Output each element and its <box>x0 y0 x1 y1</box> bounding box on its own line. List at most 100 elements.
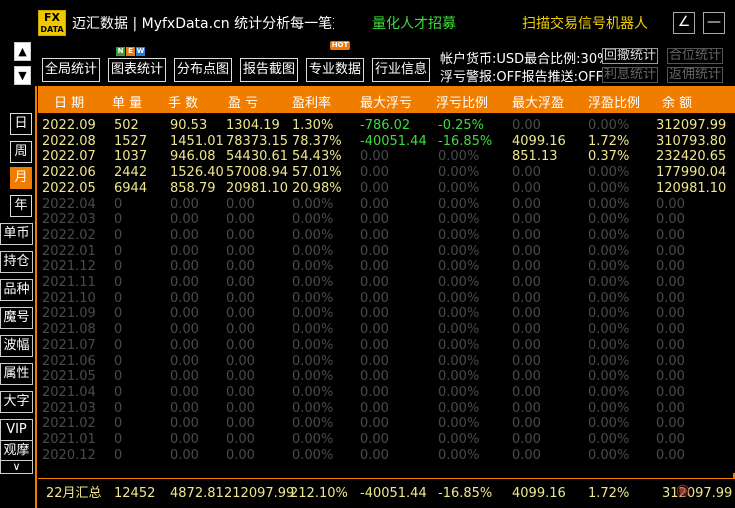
cell-maxdd: 0.00 <box>360 259 389 275</box>
col-pnl[interactable]: 盈 亏 <box>228 92 258 111</box>
cell-date: 2021.09 <box>42 306 96 322</box>
cell-rate: 1.30% <box>292 118 334 133</box>
col-profit-rate[interactable]: 盈利率 <box>292 92 331 111</box>
table-row[interactable]: 2022.01 0 0.00 0.00 0.00% 0.00 0.00% 0.00 0.00% 0… <box>38 244 735 260</box>
cell-pnl: 20981.10 <box>226 180 289 196</box>
tab-symbols[interactable]: 品种 <box>0 279 33 301</box>
cell-date: 2021.10 <box>42 290 96 306</box>
industry-info-button[interactable]: 行业信息 <box>372 58 430 82</box>
table-row[interactable]: 2021.09 0 0.00 0.00 0.00% 0.00 0.00% 0.00 0.00% 0… <box>38 306 735 322</box>
cell-ddpct: 0.00% <box>438 149 480 165</box>
global-stats-button[interactable]: 全局统计 <box>42 58 100 82</box>
table-row[interactable]: 2022.07 1037 946.08 54430.61 54.43% 0.00 0.00%… <box>38 149 735 165</box>
table-row[interactable]: 2022.09 502 90.53 1304.19 1.30% -786.02 -0.25%… <box>38 118 735 134</box>
cell-date: 2021.08 <box>42 322 96 338</box>
cell-balance: 0.00 <box>656 447 685 463</box>
cell-orders: 0 <box>114 322 123 338</box>
cell-ddpct: 0.00% <box>438 322 480 338</box>
scroll-down-icon[interactable]: ▼ <box>14 66 31 85</box>
cell-lots: 1526.40 <box>170 165 224 181</box>
table-row[interactable]: 2021.04 0 0.00 0.00 0.00% 0.00 0.00% 0.00 0.00% 0… <box>38 385 735 401</box>
interest-stats-button[interactable]: 利息统计 <box>602 67 658 83</box>
table-row[interactable]: 2021.11 0 0.00 0.00 0.00% 0.00 0.00% 0.00 0.00% 0… <box>38 275 735 291</box>
table-row[interactable]: 2022.06 2442 1526.40 57008.94 57.01% 0.00 0.00… <box>38 165 735 181</box>
drawdown-stats-button[interactable]: 回撤统计 <box>602 48 658 64</box>
more-tabs-icon[interactable]: ∨ <box>0 460 33 474</box>
cell-pnl: 78373.15 <box>226 133 289 149</box>
cell-date: 2021.01 <box>42 432 96 447</box>
table-row[interactable]: 2022.04 0 0.00 0.00 0.00% 0.00 0.00% 0.00 0.00% 0… <box>38 197 735 213</box>
cell-maxfp: 0.00 <box>512 165 541 181</box>
loss-alert-text: 浮亏警报:OFF <box>440 70 522 85</box>
cell-pnl: 57008.94 <box>226 165 289 181</box>
cell-date: 2022.03 <box>42 212 96 228</box>
tab-observe[interactable]: 观摩 <box>0 440 33 462</box>
tab-year[interactable]: 年 <box>10 195 32 217</box>
table-row[interactable]: 2022.05 6944 858.79 20981.10 20.98% 0.00 0.00%… <box>38 181 735 197</box>
cell-maxfp: 0.00 <box>512 400 541 416</box>
col-floating-profit-pct[interactable]: 浮盈比例 <box>588 92 640 111</box>
table-row[interactable]: 2022.03 0 0.00 0.00 0.00% 0.00 0.00% 0.00 0.00% 0… <box>38 212 735 228</box>
tab-month[interactable]: 月 <box>10 167 32 189</box>
table-row[interactable]: 2020.12 0 0.00 0.00 0.00% 0.00 0.00% 0.00 0.00% 0… <box>38 448 735 464</box>
cell-date: 2022.08 <box>42 133 96 149</box>
col-max-floating-loss[interactable]: 最大浮亏 <box>360 92 412 111</box>
cell-date: 2021.03 <box>42 400 96 416</box>
tab-large-font[interactable]: 大字 <box>0 391 33 413</box>
table-row[interactable]: 2022.08 1527 1451.01 78373.15 78.37% -40051.4… <box>38 134 735 150</box>
cell-lots: 0.00 <box>170 275 199 290</box>
cell-orders: 0 <box>114 275 123 290</box>
tab-day[interactable]: 日 <box>10 113 32 135</box>
tab-single-currency[interactable]: 单币 <box>0 223 33 245</box>
cell-pnl: 54430.61 <box>226 149 289 165</box>
table-row[interactable]: 2021.06 0 0.00 0.00 0.00% 0.00 0.00% 0.00 0.00% 0… <box>38 354 735 370</box>
distribution-plot-button[interactable]: 分布点图 <box>174 58 232 82</box>
col-lots[interactable]: 手 数 <box>168 92 198 111</box>
minimize-icon[interactable]: — <box>703 12 725 34</box>
tab-magic[interactable]: 魔号 <box>0 307 33 329</box>
pro-data-button[interactable]: 专业数据 <box>306 58 364 82</box>
table-row[interactable]: 2021.08 0 0.00 0.00 0.00% 0.00 0.00% 0.00 0.00% 0… <box>38 322 735 338</box>
position-stats-button[interactable]: 合位统计 <box>667 48 723 64</box>
table-row[interactable]: 2021.10 0 0.00 0.00 0.00% 0.00 0.00% 0.00 0.00% 0… <box>38 291 735 307</box>
scroll-up-icon[interactable]: ▲ <box>14 42 31 61</box>
edit-icon[interactable]: ∠ <box>673 12 695 34</box>
table-row[interactable]: 2021.01 0 0.00 0.00 0.00% 0.00 0.00% 0.00 0.00% 0… <box>38 432 735 448</box>
cell-fppct: 0.00% <box>588 400 630 416</box>
cell-balance: 312097.99 <box>656 118 727 133</box>
table-row[interactable]: 2021.03 0 0.00 0.00 0.00% 0.00 0.00% 0.00 0.00% 0… <box>38 401 735 417</box>
col-max-floating-profit[interactable]: 最大浮盈 <box>512 92 564 111</box>
cell-balance: 0.00 <box>656 290 685 306</box>
chart-stats-button[interactable]: 图表统计 <box>108 58 166 82</box>
col-date[interactable]: 日 期 <box>54 92 84 111</box>
cell-date: 2022.01 <box>42 243 96 259</box>
tab-attributes[interactable]: 属性 <box>0 363 33 385</box>
col-orders[interactable]: 单 量 <box>112 92 142 111</box>
cell-orders: 0 <box>114 337 123 353</box>
table-row[interactable]: 2022.02 0 0.00 0.00 0.00% 0.00 0.00% 0.00 0.00% 0… <box>38 228 735 244</box>
cell-orders: 502 <box>114 118 139 133</box>
tab-volatility[interactable]: 波幅 <box>0 335 33 357</box>
recruit-link[interactable]: 量化人才招募 <box>372 13 456 33</box>
cell-ddpct: 0.00% <box>438 180 480 196</box>
table-row[interactable]: 2021.07 0 0.00 0.00 0.00% 0.00 0.00% 0.00 0.00% 0… <box>38 338 735 354</box>
table-row[interactable]: 2021.12 0 0.00 0.00 0.00% 0.00 0.00% 0.00 0.00% 0… <box>38 259 735 275</box>
cell-maxfp: 0.00 <box>512 275 541 290</box>
scanbot-link[interactable]: 扫描交易信号机器人 <box>522 13 648 33</box>
left-border <box>35 86 37 508</box>
cell-fppct: 0.00% <box>588 227 630 243</box>
cell-balance: 0.00 <box>656 227 685 243</box>
col-floating-loss-pct[interactable]: 浮亏比例 <box>436 92 488 111</box>
tab-vip[interactable]: VIP <box>0 419 33 441</box>
cell-rate: 0.00% <box>292 353 334 369</box>
rebate-stats-button[interactable]: 返佣统计 <box>667 67 723 83</box>
col-balance[interactable]: 余 额 <box>662 92 692 111</box>
cell-ddpct: 0.00% <box>438 384 480 400</box>
table-row[interactable]: 2021.05 0 0.00 0.00 0.00% 0.00 0.00% 0.00 0.00% 0… <box>38 369 735 385</box>
tab-positions[interactable]: 持仓 <box>0 251 33 273</box>
cell-fppct: 0.00% <box>588 118 630 133</box>
cell-lots: 0.00 <box>170 400 199 416</box>
table-row[interactable]: 2021.02 0 0.00 0.00 0.00% 0.00 0.00% 0.00 0.00% 0… <box>38 416 735 432</box>
report-screenshot-button[interactable]: 报告截图 <box>240 58 298 82</box>
tab-week[interactable]: 周 <box>10 141 32 163</box>
